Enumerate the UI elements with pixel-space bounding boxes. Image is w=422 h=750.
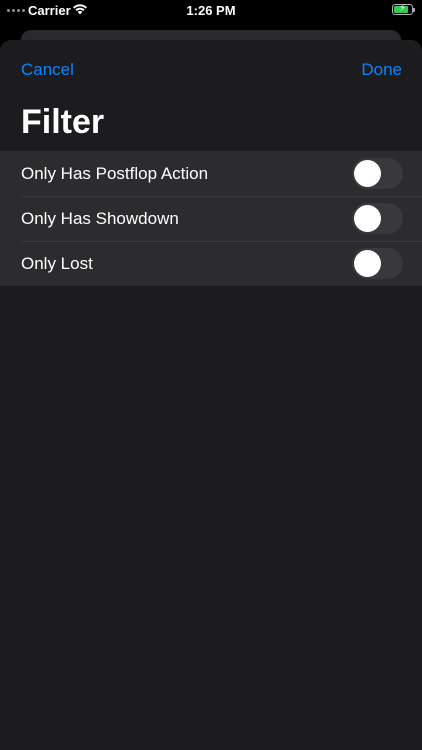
battery-charging-icon: ⚡ <box>392 3 415 15</box>
toggle-knob <box>354 250 381 277</box>
cancel-button[interactable]: Cancel <box>21 60 74 80</box>
lost-toggle[interactable] <box>352 248 403 279</box>
filter-sheet: Cancel Done Filter Only Has Postflop Act… <box>0 40 422 750</box>
filter-list: Only Has Postflop Action Only Has Showdo… <box>0 151 422 286</box>
filter-label: Only Lost <box>21 253 93 273</box>
filter-row-lost: Only Lost <box>0 241 422 286</box>
toggle-knob <box>354 160 381 187</box>
showdown-toggle[interactable] <box>352 203 403 234</box>
filter-row-postflop-action: Only Has Postflop Action <box>0 151 422 196</box>
clock: 1:26 PM <box>186 3 236 18</box>
page-title: Filter <box>21 103 105 141</box>
status-bar: Carrier 1:26 PM ⚡ <box>0 0 422 22</box>
filter-label: Only Has Postflop Action <box>21 163 209 183</box>
filter-label: Only Has Showdown <box>21 208 179 228</box>
postflop-action-toggle[interactable] <box>352 158 403 189</box>
filter-row-showdown: Only Has Showdown <box>0 196 422 241</box>
done-button[interactable]: Done <box>361 60 402 80</box>
toggle-knob <box>354 205 381 232</box>
